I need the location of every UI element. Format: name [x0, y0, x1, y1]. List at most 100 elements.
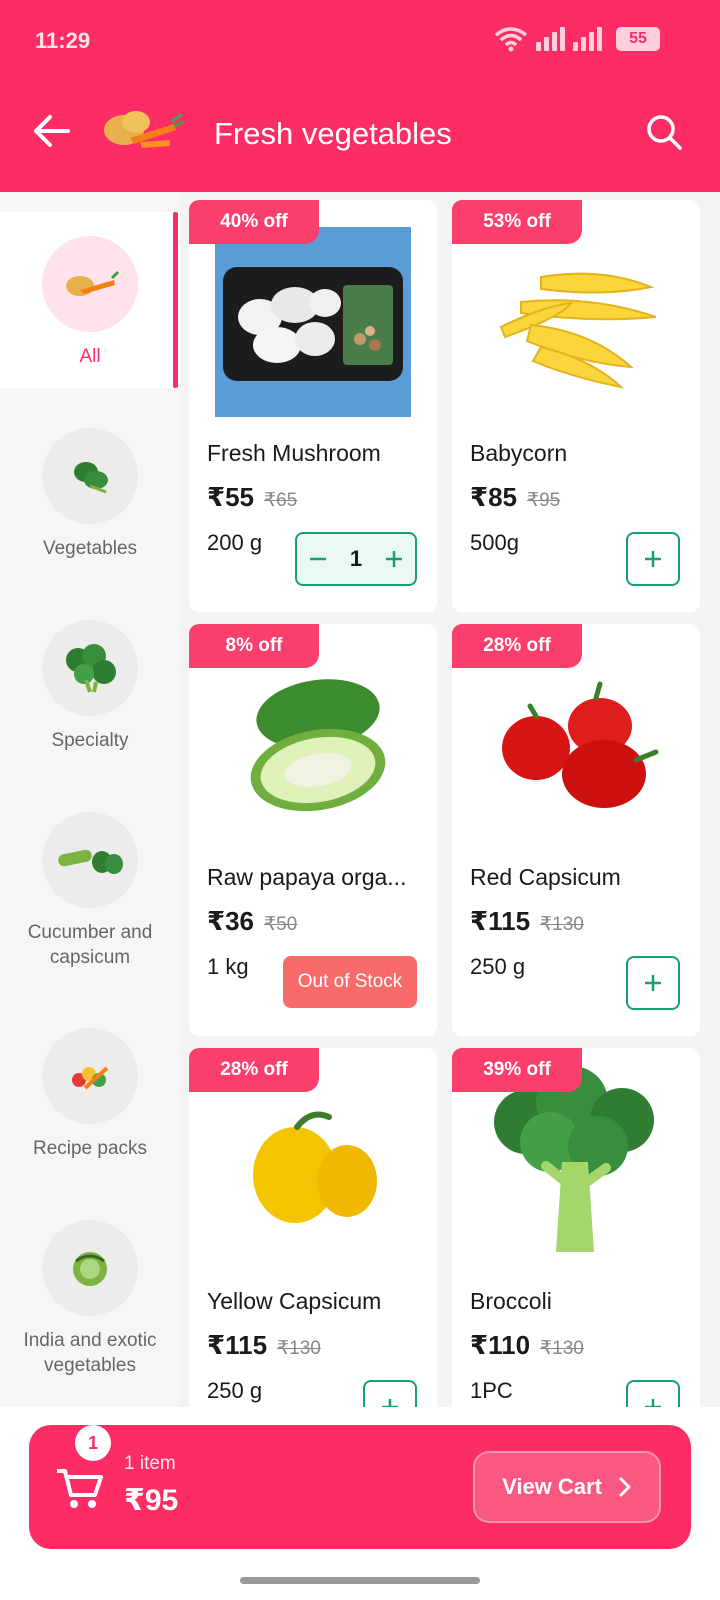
app-header: 11:29 55 Fresh vegetables: [0, 0, 720, 192]
sidebar-item-cucumber-capsicum[interactable]: Cucumber and capsicum: [0, 812, 180, 970]
back-button[interactable]: [30, 110, 72, 152]
product-card[interactable]: 8% off Raw papaya orga... ₹36 ₹50 1 kg O…: [189, 624, 437, 1036]
product-card[interactable]: 28% off Yellow Capsicum ₹115 ₹130 250 g: [189, 1048, 437, 1407]
home-indicator[interactable]: [240, 1577, 480, 1584]
sidebar-item-all[interactable]: All: [0, 212, 180, 388]
sidebar-item-label: All: [79, 346, 101, 367]
search-icon: [647, 115, 682, 150]
product-weight: 500g: [470, 530, 519, 555]
discount-badge: 28% off: [189, 1048, 319, 1092]
plus-icon[interactable]: [383, 548, 405, 570]
cabbage-icon: [73, 1252, 107, 1286]
spinach-icon: [74, 462, 108, 494]
active-indicator: [173, 212, 178, 388]
category-image: [42, 620, 138, 716]
battery-icon: 55: [616, 27, 660, 51]
signal-icon: [536, 27, 565, 51]
category-thumbnail: [100, 100, 184, 160]
selling-price: ₹115: [470, 906, 531, 936]
category-image: [42, 236, 138, 332]
chevron-right-icon: [619, 1477, 631, 1497]
category-image: [42, 428, 138, 524]
product-weight: 200 g: [207, 530, 263, 555]
add-to-cart-button[interactable]: [626, 532, 680, 586]
cart-count-badge: 1: [75, 1425, 111, 1461]
plus-icon: [645, 975, 661, 991]
product-name: Fresh Mushroom: [207, 440, 381, 466]
discount-badge: 39% off: [452, 1048, 582, 1092]
add-to-cart-button[interactable]: [363, 1380, 417, 1407]
product-grid: 40% off Fresh Mushroom ₹55 ₹65 200 g 1 5…: [180, 192, 720, 1407]
selling-price: ₹85: [470, 482, 518, 512]
signal-icon: [573, 27, 602, 51]
sidebar-item-vegetables[interactable]: Vegetables: [0, 428, 180, 561]
status-icons: 55: [494, 26, 660, 52]
papaya-image-icon: [250, 679, 386, 812]
minus-icon[interactable]: [307, 548, 329, 570]
cart-items-label: 1 item: [124, 1453, 176, 1474]
product-weight: 250 g: [207, 1378, 263, 1403]
discount-badge: 28% off: [452, 624, 582, 668]
sidebar-item-label: India and exotic vegetables: [23, 1330, 157, 1376]
product-name: Broccoli: [470, 1288, 552, 1314]
product-weight: 250 g: [470, 954, 526, 979]
product-name: Yellow Capsicum: [207, 1288, 382, 1314]
sidebar-item-label: Cucumber and capsicum: [27, 922, 153, 968]
discount-badge: 40% off: [189, 200, 319, 244]
add-to-cart-button[interactable]: [626, 956, 680, 1010]
product-card[interactable]: 39% off Broccoli ₹110 ₹130 1PC: [452, 1048, 700, 1407]
mrp-price: ₹65: [264, 490, 298, 511]
view-cart-button[interactable]: View Cart: [473, 1451, 661, 1523]
sidebar-item-label: Vegetables: [42, 538, 138, 559]
yellow-capsicum-image-icon: [253, 1111, 377, 1223]
red-capsicum-image-icon: [502, 681, 659, 808]
product-card[interactable]: 40% off Fresh Mushroom ₹55 ₹65 200 g 1: [189, 200, 437, 612]
product-card[interactable]: 28% off Red Capsicum ₹115 ₹130 250 g: [452, 624, 700, 1036]
product-image: [476, 222, 676, 422]
product-name: Raw papaya orga...: [207, 864, 407, 890]
quantity-stepper: 1: [295, 532, 417, 586]
selling-price: ₹110: [470, 1330, 531, 1360]
category-image: [42, 1220, 138, 1316]
back-arrow-icon: [34, 115, 70, 147]
sidebar-item-specialty[interactable]: Specialty: [0, 620, 180, 753]
plus-icon: [645, 551, 661, 567]
cart-icon: [57, 1469, 103, 1508]
mrp-price: ₹130: [277, 1338, 321, 1359]
product-weight: 1PC: [470, 1378, 513, 1403]
cart-icon-wrap: [55, 1465, 111, 1513]
selling-price: ₹36: [207, 906, 255, 936]
price-row: ₹85 ₹95: [470, 482, 560, 513]
sidebar-item-label: Recipe packs: [32, 1138, 148, 1159]
price-row: ₹36 ₹50: [207, 906, 297, 937]
sidebar-item-recipe-packs[interactable]: Recipe packs: [0, 1028, 180, 1161]
product-image: [213, 646, 413, 846]
quantity-value: 1: [349, 546, 363, 571]
category-image: [42, 812, 138, 908]
product-card[interactable]: 53% off Babycorn ₹85 ₹95 500g: [452, 200, 700, 612]
sidebar-item-exotic[interactable]: India and exotic vegetables: [0, 1220, 180, 1378]
price-row: ₹115 ₹130: [470, 906, 584, 937]
selling-price: ₹55: [207, 482, 255, 512]
category-image: [42, 1028, 138, 1124]
product-image: [213, 1070, 413, 1270]
product-image: [476, 646, 676, 846]
mrp-price: ₹130: [540, 1338, 584, 1359]
cart-summary-bar[interactable]: 1 1 item ₹95 View Cart: [29, 1425, 691, 1549]
broccoli-icon: [66, 644, 116, 693]
page-title: Fresh vegetables: [214, 116, 452, 151]
status-time: 11:29: [35, 28, 91, 53]
product-image: [476, 1062, 676, 1262]
add-to-cart-button[interactable]: [626, 1380, 680, 1407]
price-row: ₹110 ₹130: [470, 1330, 584, 1361]
product-weight: 1 kg: [207, 954, 249, 979]
vegetables-image-icon: [104, 111, 184, 148]
product-image: [213, 222, 413, 422]
search-button[interactable]: [644, 112, 684, 152]
mrp-price: ₹95: [527, 490, 561, 511]
category-sidebar: All Vegetables Specialty Cucumber and ca…: [0, 192, 180, 1407]
discount-badge: 53% off: [452, 200, 582, 244]
mushroom-image-icon: [215, 227, 411, 417]
mrp-price: ₹50: [264, 914, 298, 935]
sidebar-item-label: Specialty: [51, 730, 129, 751]
